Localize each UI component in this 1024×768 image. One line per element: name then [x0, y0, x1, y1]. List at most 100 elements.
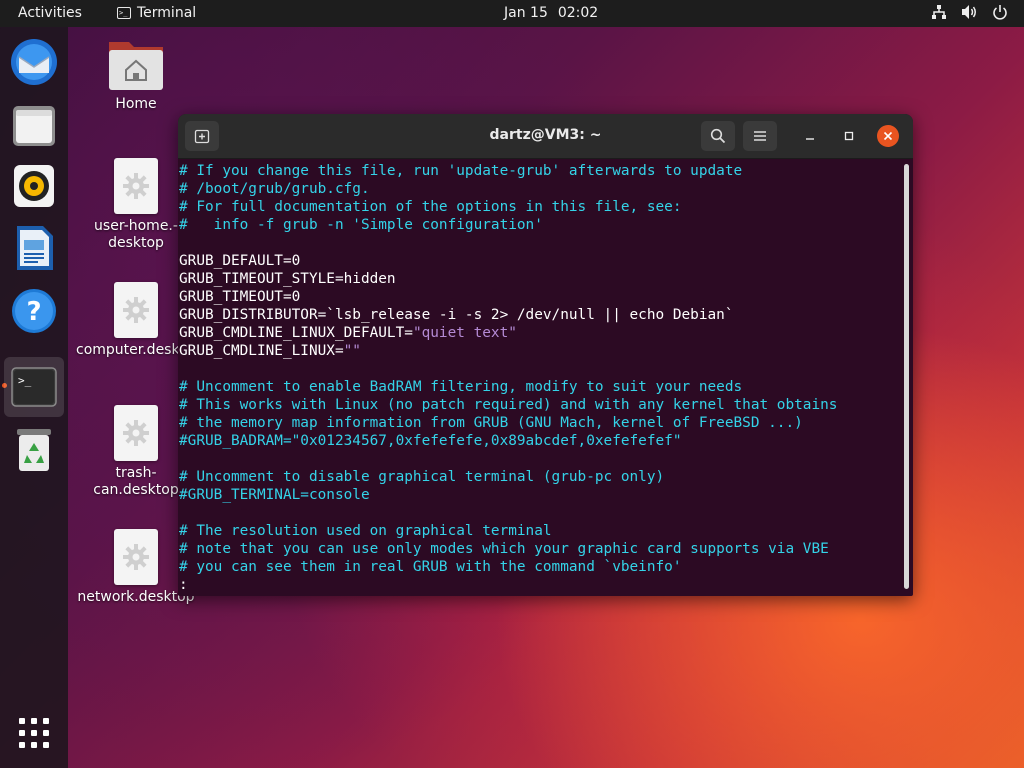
search-icon [710, 128, 726, 144]
window-titlebar[interactable]: dartz@VM3: ~ [178, 114, 913, 159]
network-icon[interactable] [931, 4, 947, 20]
app-menu-label: Terminal [137, 5, 197, 21]
terminal-line: GRUB_CMDLINE_LINUX_DEFAULT="quiet text" [179, 324, 913, 342]
terminal-line: GRUB_DEFAULT=0 [179, 252, 913, 270]
terminal-line: # For full documentation of the options … [179, 198, 913, 216]
close-icon [883, 131, 893, 141]
terminal-text: GRUB_CMDLINE_LINUX_DEFAULT= [179, 325, 413, 341]
system-menu[interactable] [931, 4, 1008, 20]
terminal-text: "" [343, 343, 361, 359]
svg-text:?: ? [26, 297, 41, 327]
gear-icon [123, 297, 149, 323]
gear-icon [123, 420, 149, 446]
terminal-line: # Uncomment to enable BadRAM filtering, … [179, 378, 913, 396]
dock-files[interactable] [8, 99, 60, 151]
close-button[interactable] [877, 125, 899, 147]
terminal-text: # you can see them in real GRUB with the… [179, 559, 682, 575]
terminal-text: # If you change this file, run 'update-g… [179, 163, 743, 179]
terminal-text: : [179, 577, 188, 593]
svg-text:>_: >_ [18, 374, 32, 387]
dock-trash[interactable] [8, 423, 60, 475]
dock: ? >_ [0, 27, 68, 768]
minimize-button[interactable] [799, 125, 821, 147]
maximize-button[interactable] [838, 125, 860, 147]
dock-thunderbird[interactable] [8, 36, 60, 88]
terminal-text: # the memory map information from GRUB (… [179, 415, 803, 431]
terminal-text: # note that you can use only modes which… [179, 541, 829, 557]
gear-file-icon [114, 405, 158, 461]
terminal-line: # the memory map information from GRUB (… [179, 414, 913, 432]
home-folder-icon [109, 42, 163, 90]
maximize-icon [844, 131, 854, 141]
search-button[interactable] [701, 121, 735, 151]
terminal-line: # Uncomment to disable graphical termina… [179, 468, 913, 486]
terminal-text: GRUB_CMDLINE_LINUX= [179, 343, 344, 359]
terminal-text: # info -f grub -n 'Simple configuration' [179, 217, 543, 233]
terminal-text: GRUB_DEFAULT=0 [179, 253, 301, 269]
desktop-icon-home[interactable]: Home [76, 36, 196, 113]
dock-help[interactable]: ? [8, 285, 60, 337]
terminal-text: # /boot/grub/grub.cfg. [179, 181, 370, 197]
gear-icon [123, 173, 149, 199]
terminal-icon: >_ [117, 7, 131, 19]
terminal-text: "quiet text" [412, 325, 517, 341]
scrollbar[interactable] [904, 164, 909, 589]
terminal-line: GRUB_DISTRIBUTOR=`lsb_release -i -s 2> /… [179, 306, 913, 324]
show-apps-button[interactable] [8, 707, 60, 759]
minimize-icon [806, 138, 814, 140]
terminal-line: # you can see them in real GRUB with the… [179, 558, 913, 576]
dock-rhythmbox[interactable] [8, 160, 60, 212]
terminal-icon: >_ [11, 367, 57, 407]
terminal-text: #GRUB_TERMINAL=console [179, 487, 370, 503]
gear-file-icon [114, 529, 158, 585]
gear-icon [123, 544, 149, 570]
trash-icon [17, 429, 51, 471]
terminal-line: : [179, 576, 913, 594]
terminal-line: # info -f grub -n 'Simple configuration' [179, 216, 913, 234]
app-menu-terminal[interactable]: >_ Terminal [117, 5, 196, 21]
terminal-text: GRUB_DISTRIBUTOR=`lsb_release -i -s 2> /… [179, 307, 734, 323]
terminal-text: # Uncomment to enable BadRAM filtering, … [179, 379, 743, 395]
terminal-text: GRUB_TIMEOUT_STYLE=hidden [179, 271, 396, 287]
dock-terminal[interactable]: >_ [4, 357, 64, 417]
clock-date: Jan 15 [504, 5, 548, 21]
grid-icon [19, 718, 49, 748]
terminal-line: #GRUB_TERMINAL=console [179, 486, 913, 504]
help-icon: ? [12, 289, 56, 333]
top-bar: Activities >_ Terminal Jan 15 02:02 [0, 0, 1024, 27]
document-icon [17, 226, 53, 270]
dock-writer[interactable] [8, 222, 60, 274]
volume-icon[interactable] [961, 4, 978, 20]
terminal-text: # For full documentation of the options … [179, 199, 682, 215]
terminal-text: GRUB_TIMEOUT=0 [179, 289, 301, 305]
speaker-icon [14, 165, 54, 207]
gear-file-icon [114, 282, 158, 338]
gear-file-icon [114, 158, 158, 214]
terminal-text: #GRUB_BADRAM="0x01234567,0xfefefefe,0x89… [179, 433, 682, 449]
terminal-line: #GRUB_BADRAM="0x01234567,0xfefefefe,0x89… [179, 432, 913, 450]
hamburger-menu-icon [754, 131, 766, 141]
terminal-text: # The resolution used on graphical termi… [179, 523, 552, 539]
clock[interactable]: Jan 15 02:02 [504, 5, 598, 21]
terminal-text: # Uncomment to disable graphical termina… [179, 469, 665, 485]
terminal-line: GRUB_TIMEOUT=0 [179, 288, 913, 306]
terminal-line: # /boot/grub/grub.cfg. [179, 180, 913, 198]
terminal-window[interactable]: dartz@VM3: ~ # If you change this file, … [178, 114, 913, 596]
folder-icon [13, 106, 55, 146]
terminal-line: # If you change this file, run 'update-g… [179, 162, 913, 180]
terminal-line: # The resolution used on graphical termi… [179, 522, 913, 540]
terminal-line: GRUB_CMDLINE_LINUX="" [179, 342, 913, 360]
terminal-line: # This works with Linux (no patch requir… [179, 396, 913, 414]
power-icon[interactable] [992, 4, 1008, 20]
clock-time: 02:02 [557, 5, 599, 21]
terminal-line: # note that you can use only modes which… [179, 540, 913, 558]
activities-button[interactable]: Activities [18, 5, 82, 21]
terminal-line: GRUB_TIMEOUT_STYLE=hidden [179, 270, 913, 288]
menu-button[interactable] [743, 121, 777, 151]
desktop-icon-label: Home [115, 96, 157, 112]
terminal-output[interactable]: # If you change this file, run 'update-g… [178, 159, 913, 596]
